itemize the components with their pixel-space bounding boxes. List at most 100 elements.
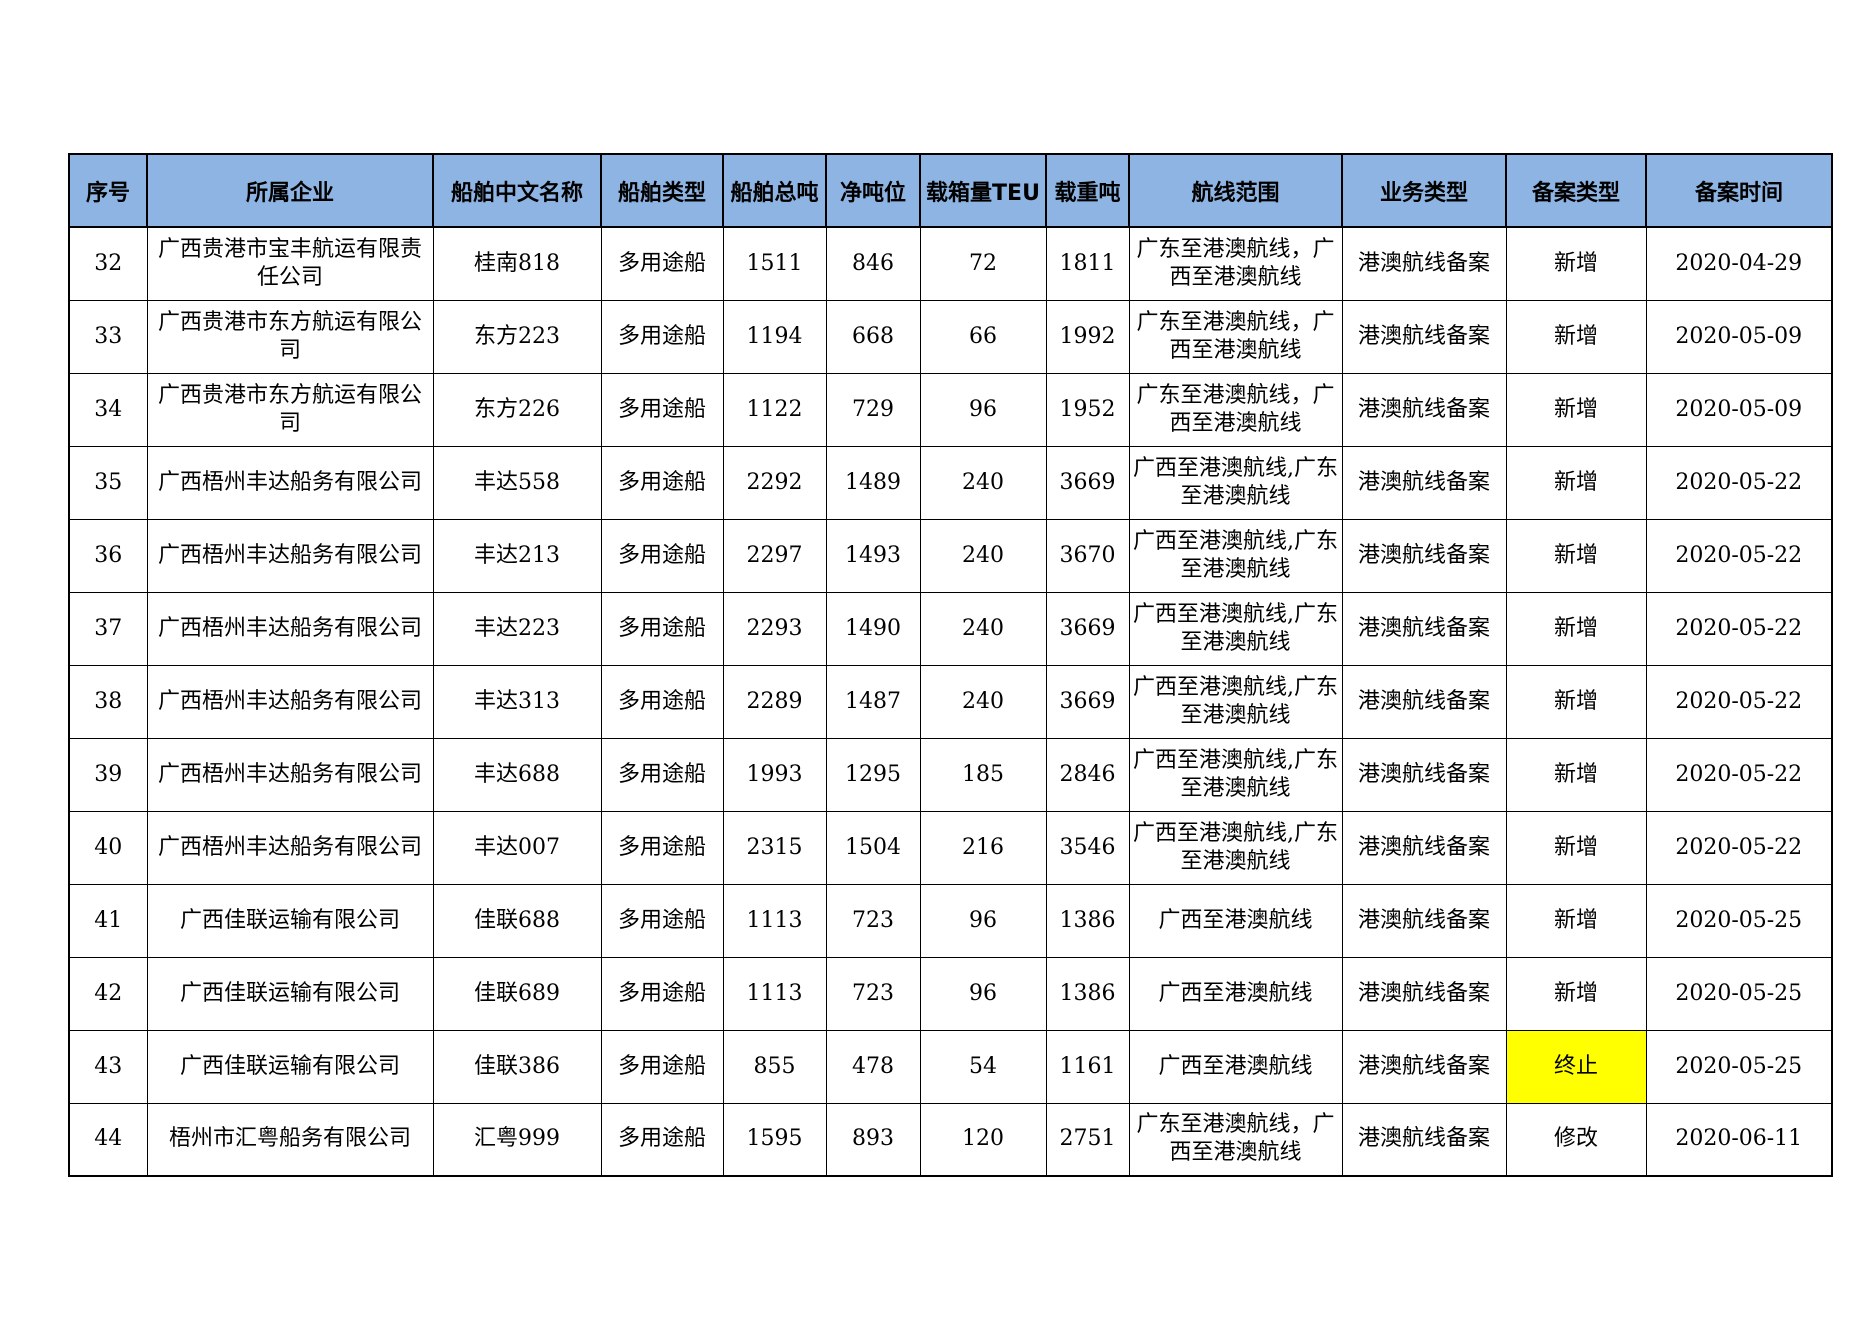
deadweight-cell: 2846 xyxy=(1045,737,1130,812)
record-date-cell: 2020-05-22 xyxy=(1645,518,1833,593)
record-type-cell: 修改 xyxy=(1505,1102,1647,1177)
net-tonnage-cell: 478 xyxy=(825,1029,921,1104)
record-type-cell: 新增 xyxy=(1505,518,1647,593)
record-date-cell: 2020-05-25 xyxy=(1645,1029,1833,1104)
table-row: 37 广西梧州丰达船务有限公司 丰达223 多用途船 2293 1490 240 3669 广西… xyxy=(68,591,1833,666)
gross-tonnage-cell: 1113 xyxy=(722,956,827,1031)
ship-name-cell: 丰达007 xyxy=(432,810,602,885)
serial-number-cell: 32 xyxy=(68,226,148,301)
gross-tonnage-cell: 1113 xyxy=(722,883,827,958)
teu-capacity-cell: 185 xyxy=(919,737,1047,812)
teu-capacity-cell: 96 xyxy=(919,956,1047,1031)
gross-tonnage-cell: 1194 xyxy=(722,299,827,374)
teu-capacity-cell: 66 xyxy=(919,299,1047,374)
net-tonnage-cell: 668 xyxy=(825,299,921,374)
business-type-cell: 港澳航线备案 xyxy=(1341,518,1507,593)
ship-name-cell: 东方226 xyxy=(432,372,602,447)
header-cell: 净吨位 xyxy=(825,153,921,228)
ship-name-cell: 丰达688 xyxy=(432,737,602,812)
business-type-cell: 港澳航线备案 xyxy=(1341,372,1507,447)
business-type-cell: 港澳航线备案 xyxy=(1341,591,1507,666)
header-cell: 航线范围 xyxy=(1128,153,1343,228)
ship-name-cell: 佳联689 xyxy=(432,956,602,1031)
ship-name-cell: 丰达313 xyxy=(432,664,602,739)
vessel-registry-table: 序号 所属企业 船舶中文名称 船舶类型 船舶总吨 净吨位 载箱量TEU 载重吨 … xyxy=(68,153,1833,1177)
header-cell: 船舶中文名称 xyxy=(432,153,602,228)
header-cell: 业务类型 xyxy=(1341,153,1507,228)
serial-number-cell: 36 xyxy=(68,518,148,593)
ship-type-cell: 多用途船 xyxy=(600,664,724,739)
ship-type-cell: 多用途船 xyxy=(600,445,724,520)
ship-type-cell: 多用途船 xyxy=(600,372,724,447)
record-type-cell: 新增 xyxy=(1505,810,1647,885)
route-scope-cell: 广东至港澳航线，广西至港澳航线 xyxy=(1128,299,1343,374)
table-row: 43 广西佳联运输有限公司 佳联386 多用途船 855 478 54 1161 广西至港澳航线… xyxy=(68,1029,1833,1104)
ship-name-cell: 佳联386 xyxy=(432,1029,602,1104)
record-date-cell: 2020-05-25 xyxy=(1645,883,1833,958)
gross-tonnage-cell: 2292 xyxy=(722,445,827,520)
deadweight-cell: 1992 xyxy=(1045,299,1130,374)
business-type-cell: 港澳航线备案 xyxy=(1341,956,1507,1031)
header-cell: 载箱量TEU xyxy=(919,153,1047,228)
teu-capacity-cell: 240 xyxy=(919,664,1047,739)
gross-tonnage-cell: 855 xyxy=(722,1029,827,1104)
company-cell: 广西梧州丰达船务有限公司 xyxy=(146,737,434,812)
table-row: 34 广西贵港市东方航运有限公司 东方226 多用途船 1122 729 96 1952 广东至… xyxy=(68,372,1833,447)
net-tonnage-cell: 1504 xyxy=(825,810,921,885)
business-type-cell: 港澳航线备案 xyxy=(1341,883,1507,958)
ship-name-cell: 佳联688 xyxy=(432,883,602,958)
table-row: 42 广西佳联运输有限公司 佳联689 多用途船 1113 723 96 1386 广西至港澳航… xyxy=(68,956,1833,1031)
teu-capacity-cell: 216 xyxy=(919,810,1047,885)
company-cell: 广西贵港市宝丰航运有限责任公司 xyxy=(146,226,434,301)
serial-number-cell: 40 xyxy=(68,810,148,885)
company-cell: 广西佳联运输有限公司 xyxy=(146,956,434,1031)
ship-name-cell: 东方223 xyxy=(432,299,602,374)
company-cell: 梧州市汇粤船务有限公司 xyxy=(146,1102,434,1177)
ship-type-cell: 多用途船 xyxy=(600,226,724,301)
route-scope-cell: 广西至港澳航线,广东至港澳航线 xyxy=(1128,591,1343,666)
teu-capacity-cell: 120 xyxy=(919,1102,1047,1177)
serial-number-cell: 34 xyxy=(68,372,148,447)
business-type-cell: 港澳航线备案 xyxy=(1341,226,1507,301)
deadweight-cell: 3546 xyxy=(1045,810,1130,885)
record-date-cell: 2020-05-22 xyxy=(1645,737,1833,812)
serial-number-cell: 35 xyxy=(68,445,148,520)
ship-type-cell: 多用途船 xyxy=(600,737,724,812)
serial-number-cell: 41 xyxy=(68,883,148,958)
header-cell: 船舶总吨 xyxy=(722,153,827,228)
route-scope-cell: 广西至港澳航线,广东至港澳航线 xyxy=(1128,664,1343,739)
net-tonnage-cell: 846 xyxy=(825,226,921,301)
company-cell: 广西佳联运输有限公司 xyxy=(146,1029,434,1104)
net-tonnage-cell: 893 xyxy=(825,1102,921,1177)
table-row: 38 广西梧州丰达船务有限公司 丰达313 多用途船 2289 1487 240 3669 广西… xyxy=(68,664,1833,739)
net-tonnage-cell: 1490 xyxy=(825,591,921,666)
header-cell: 所属企业 xyxy=(146,153,434,228)
serial-number-cell: 37 xyxy=(68,591,148,666)
record-type-cell: 新增 xyxy=(1505,664,1647,739)
record-date-cell: 2020-05-22 xyxy=(1645,591,1833,666)
table-row: 32 广西贵港市宝丰航运有限责任公司 桂南818 多用途船 1511 846 72 1811 广… xyxy=(68,226,1833,301)
business-type-cell: 港澳航线备案 xyxy=(1341,1102,1507,1177)
record-date-cell: 2020-04-29 xyxy=(1645,226,1833,301)
record-date-cell: 2020-05-25 xyxy=(1645,956,1833,1031)
record-date-cell: 2020-05-22 xyxy=(1645,664,1833,739)
teu-capacity-cell: 96 xyxy=(919,883,1047,958)
table-row: 39 广西梧州丰达船务有限公司 丰达688 多用途船 1993 1295 185 2846 广西… xyxy=(68,737,1833,812)
company-cell: 广西梧州丰达船务有限公司 xyxy=(146,445,434,520)
deadweight-cell: 1952 xyxy=(1045,372,1130,447)
route-scope-cell: 广西至港澳航线 xyxy=(1128,1029,1343,1104)
table-row: 40 广西梧州丰达船务有限公司 丰达007 多用途船 2315 1504 216 3546 广西… xyxy=(68,810,1833,885)
header-cell: 船舶类型 xyxy=(600,153,724,228)
record-type-cell: 新增 xyxy=(1505,956,1647,1031)
gross-tonnage-cell: 1595 xyxy=(722,1102,827,1177)
record-type-cell: 新增 xyxy=(1505,372,1647,447)
teu-capacity-cell: 72 xyxy=(919,226,1047,301)
net-tonnage-cell: 723 xyxy=(825,956,921,1031)
ship-type-cell: 多用途船 xyxy=(600,883,724,958)
company-cell: 广西贵港市东方航运有限公司 xyxy=(146,372,434,447)
serial-number-cell: 42 xyxy=(68,956,148,1031)
teu-capacity-cell: 54 xyxy=(919,1029,1047,1104)
business-type-cell: 港澳航线备案 xyxy=(1341,445,1507,520)
route-scope-cell: 广东至港澳航线，广西至港澳航线 xyxy=(1128,1102,1343,1177)
teu-capacity-cell: 96 xyxy=(919,372,1047,447)
